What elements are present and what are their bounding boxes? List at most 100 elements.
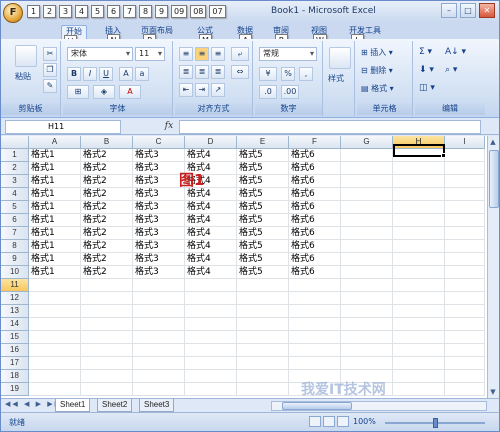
grid-cell[interactable]: 格式5 xyxy=(237,188,289,201)
column-header[interactable]: C xyxy=(133,136,185,149)
grid-cell[interactable] xyxy=(185,292,237,305)
grid-cell[interactable] xyxy=(341,175,393,188)
grid-cell[interactable] xyxy=(81,292,133,305)
grid-cell[interactable] xyxy=(341,331,393,344)
grid-cell[interactable] xyxy=(341,266,393,279)
ribbon-tab[interactable]: 数据A xyxy=(237,25,253,47)
fill-handle[interactable] xyxy=(441,153,446,158)
grid-cell[interactable] xyxy=(185,318,237,331)
grid-cell[interactable] xyxy=(237,383,289,396)
vertical-scroll-thumb[interactable] xyxy=(489,150,499,208)
name-box[interactable]: H11 xyxy=(5,120,121,134)
grid-cell[interactable]: 格式2 xyxy=(81,266,133,279)
grid-cell[interactable] xyxy=(133,383,185,396)
ribbon-tab[interactable]: 插入N xyxy=(105,25,121,47)
copy-icon[interactable]: ❐ xyxy=(43,63,57,77)
align-top-icon[interactable]: ≡ xyxy=(179,47,193,61)
grid-cell[interactable] xyxy=(81,370,133,383)
grid-cell[interactable]: 格式4 xyxy=(185,149,237,162)
column-header[interactable]: G xyxy=(341,136,393,149)
grid-cell[interactable]: 格式5 xyxy=(237,253,289,266)
grid-cell[interactable] xyxy=(393,357,445,370)
grid-cell[interactable] xyxy=(445,292,485,305)
font-name-select[interactable]: 宋体 xyxy=(67,47,133,61)
grid-cell[interactable] xyxy=(81,305,133,318)
grid-cell[interactable]: 格式6 xyxy=(289,253,341,266)
insert-cells-button[interactable]: ⊞ 插入 ▾ xyxy=(361,47,393,58)
font-color-icon[interactable]: A xyxy=(119,85,141,99)
grid-cell[interactable]: 格式3 xyxy=(133,201,185,214)
row-header[interactable]: 3 xyxy=(1,175,29,188)
grid-cell[interactable] xyxy=(81,357,133,370)
row-header[interactable]: 9 xyxy=(1,253,29,266)
page-break-view-icon[interactable] xyxy=(337,416,349,427)
row-header[interactable]: 15 xyxy=(1,331,29,344)
border-icon[interactable]: ⊞ xyxy=(67,85,89,99)
grid-cell[interactable] xyxy=(445,279,485,292)
grid-cell[interactable]: 格式6 xyxy=(289,227,341,240)
grid-cell[interactable] xyxy=(133,370,185,383)
grid-cell[interactable] xyxy=(393,370,445,383)
qat-keytip[interactable]: 09 xyxy=(171,5,188,18)
grid-cell[interactable]: 格式4 xyxy=(185,253,237,266)
grid-cell[interactable]: 格式3 xyxy=(133,227,185,240)
insert-function-button[interactable]: fx xyxy=(161,120,177,134)
increase-indent-icon[interactable]: ⇥ xyxy=(195,83,209,97)
grid-cell[interactable] xyxy=(393,240,445,253)
grid-cell[interactable]: 格式6 xyxy=(289,162,341,175)
row-header[interactable]: 2 xyxy=(1,162,29,175)
row-header[interactable]: 12 xyxy=(1,292,29,305)
align-bottom-icon[interactable]: ≡ xyxy=(211,47,225,61)
qat-keytip[interactable]: 08 xyxy=(190,5,207,18)
align-middle-icon[interactable]: ≡ xyxy=(195,47,209,61)
grid-cell[interactable]: 格式1 xyxy=(29,162,81,175)
grid-cell[interactable]: 格式5 xyxy=(237,201,289,214)
wrap-text-icon[interactable]: ⤶ xyxy=(231,47,249,61)
grid-cell[interactable] xyxy=(29,383,81,396)
format-painter-icon[interactable]: ✎ xyxy=(43,79,57,93)
scroll-up-icon[interactable]: ▲ xyxy=(488,137,498,147)
grid-cell[interactable] xyxy=(341,357,393,370)
scroll-down-icon[interactable]: ▼ xyxy=(488,387,498,397)
align-center-icon[interactable]: ≣ xyxy=(195,65,209,79)
find-icon[interactable]: ⌕ ▾ xyxy=(445,65,457,75)
grid-cell[interactable] xyxy=(81,279,133,292)
grid-cell[interactable]: 格式5 xyxy=(237,149,289,162)
grid-cell[interactable] xyxy=(81,331,133,344)
column-header[interactable]: F xyxy=(289,136,341,149)
grid-cell[interactable] xyxy=(393,383,445,396)
row-header[interactable]: 14 xyxy=(1,318,29,331)
grid-cell[interactable] xyxy=(237,305,289,318)
grid-cell[interactable]: 格式1 xyxy=(29,253,81,266)
grid-cell[interactable] xyxy=(133,344,185,357)
row-header[interactable]: 7 xyxy=(1,227,29,240)
zoom-slider-knob[interactable] xyxy=(433,418,438,428)
qat-keytip[interactable]: 07 xyxy=(209,5,226,18)
grid-cell[interactable] xyxy=(393,253,445,266)
grid-cell[interactable] xyxy=(445,253,485,266)
styles-button[interactable]: 样式 xyxy=(328,73,344,84)
grid-cell[interactable] xyxy=(289,344,341,357)
qat-keytip[interactable]: 2 xyxy=(43,5,56,18)
grid-cell[interactable] xyxy=(445,344,485,357)
sheet-tab-2[interactable]: Sheet2 xyxy=(97,399,133,412)
row-header[interactable]: 11 xyxy=(1,279,29,292)
row-header[interactable]: 4 xyxy=(1,188,29,201)
number-format-select[interactable]: 常规 xyxy=(259,47,317,61)
grid-cell[interactable]: 格式5 xyxy=(237,266,289,279)
styles-icon[interactable] xyxy=(329,47,351,69)
decrease-indent-icon[interactable]: ⇤ xyxy=(179,83,193,97)
row-header[interactable]: 8 xyxy=(1,240,29,253)
row-header[interactable]: 1 xyxy=(1,149,29,162)
shrink-font-icon[interactable]: a xyxy=(135,67,149,81)
grid-cell[interactable]: 格式1 xyxy=(29,266,81,279)
row-header[interactable]: 17 xyxy=(1,357,29,370)
grid-cell[interactable]: 格式3 xyxy=(133,214,185,227)
grid-cell[interactable] xyxy=(445,305,485,318)
align-left-icon[interactable]: ≣ xyxy=(179,65,193,79)
grid-cell[interactable] xyxy=(81,318,133,331)
horizontal-scrollbar[interactable] xyxy=(271,401,487,411)
grid-cell[interactable]: 格式2 xyxy=(81,175,133,188)
column-header[interactable]: I xyxy=(445,136,485,149)
grid-cell[interactable] xyxy=(185,357,237,370)
